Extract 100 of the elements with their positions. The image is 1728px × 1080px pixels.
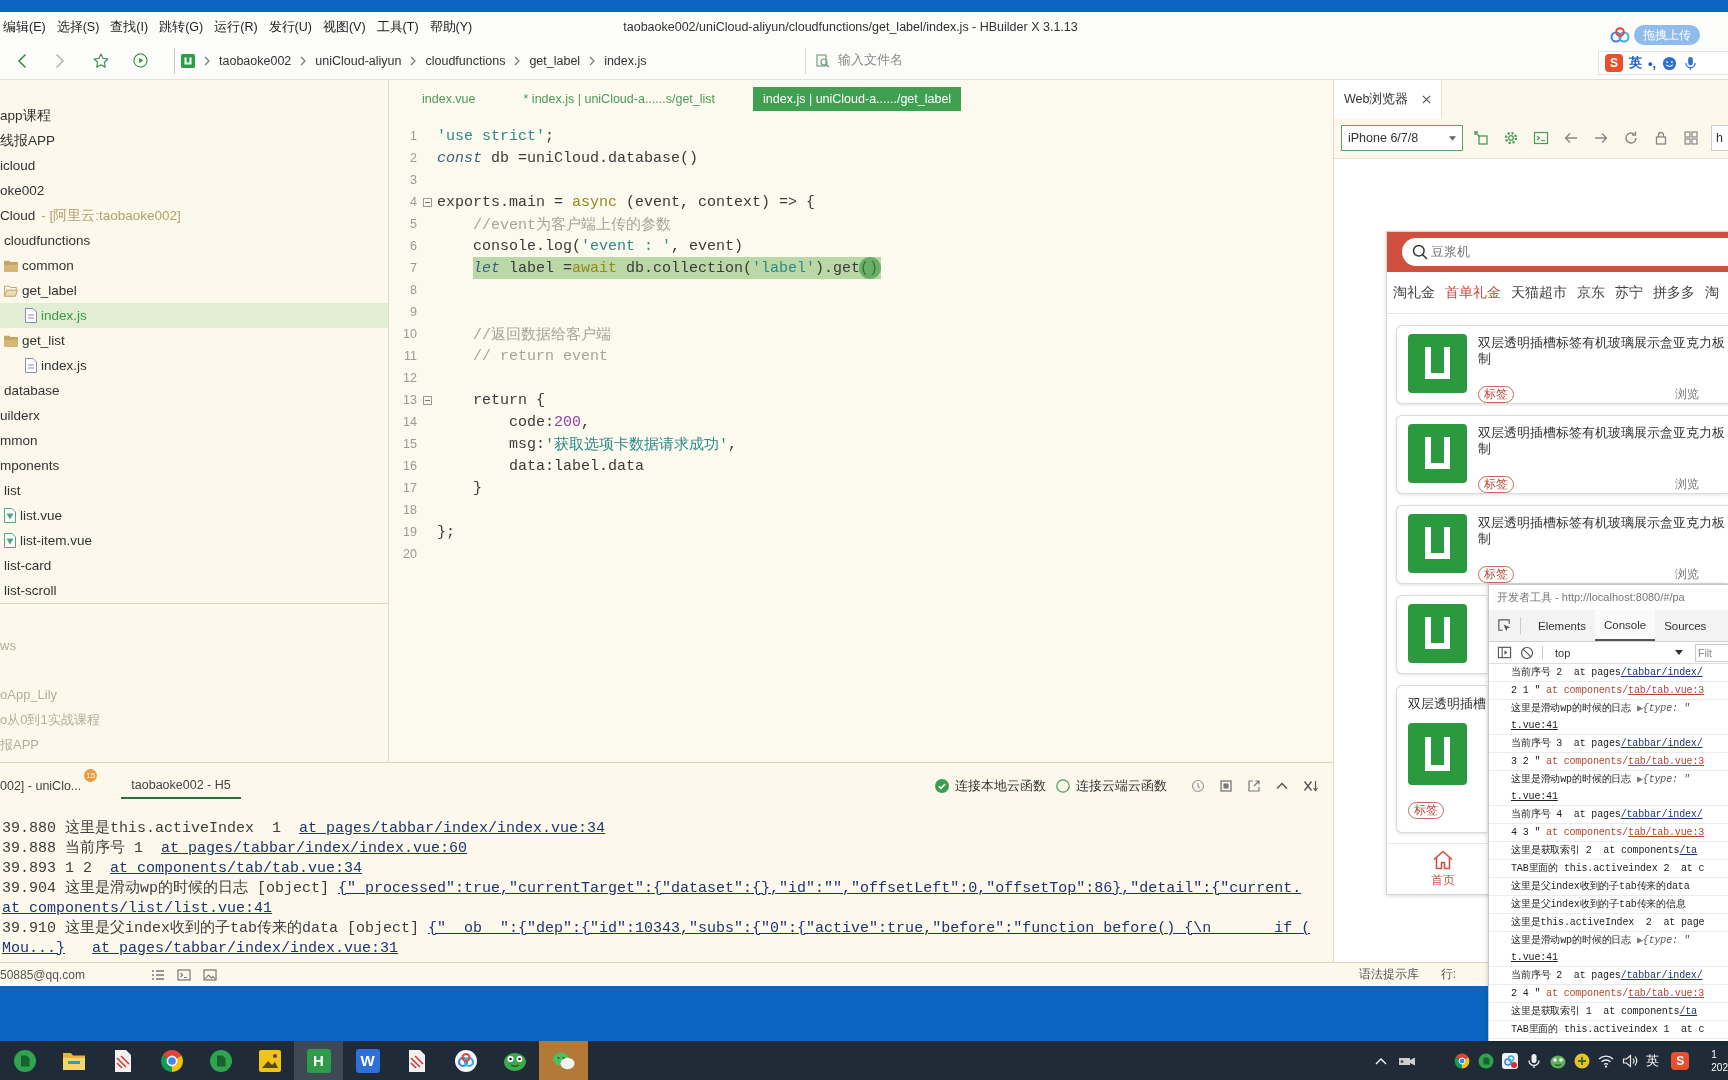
radio-option[interactable]: 连接云端云函数: [1056, 777, 1167, 795]
reload-icon[interactable]: [1623, 130, 1639, 146]
source-link[interactable]: at components/list/list.vue:41: [2, 900, 273, 917]
tree-item[interactable]: get_list: [0, 328, 388, 353]
filter-field[interactable]: Filt: [1695, 643, 1728, 662]
tree-item[interactable]: list-card: [0, 553, 388, 578]
settings-icon[interactable]: [1503, 130, 1519, 146]
terminal-icon[interactable]: [176, 967, 191, 982]
rings-icon[interactable]: [1502, 1052, 1519, 1069]
breadcrumb-item[interactable]: taobaoke002: [219, 53, 292, 68]
back-arrow-icon[interactable]: [1563, 130, 1579, 146]
menu-item[interactable]: 跳转(G): [159, 18, 204, 36]
menu-item[interactable]: 运行(R): [214, 18, 258, 36]
breadcrumb-item[interactable]: get_label: [529, 53, 581, 68]
category-tab[interactable]: 京东: [1577, 283, 1605, 302]
devtools-tab[interactable]: Console: [1594, 610, 1656, 641]
tree-item[interactable]: mponents: [0, 453, 388, 478]
sidebar-toggle-icon[interactable]: [1497, 645, 1512, 660]
ime-logo[interactable]: S: [1671, 1051, 1690, 1070]
source-link[interactable]: at pages/tabbar/index/index.vue:34: [299, 820, 606, 837]
url-field[interactable]: h: [1711, 125, 1728, 151]
product-card[interactable]: 双层透明插槽 标签: [1396, 685, 1487, 833]
source-link[interactable]: {"_processed":true,"currentTarget":{"dataset":{},"id":"","offsetLeft":0,"offsetTop":86},"detail":{"current.: [338, 880, 1302, 897]
product-card[interactable]: 双层透明插槽标签有机玻璃展示盒亚克力板 制 标签 浏览: [1396, 415, 1728, 494]
source-link[interactable]: /ta: [1679, 1006, 1697, 1017]
tree-item[interactable]: database: [0, 378, 388, 403]
menu-item[interactable]: 发行(U): [268, 18, 312, 36]
x-down-arrow-icon[interactable]: [1303, 779, 1319, 793]
breadcrumb-item[interactable]: uniCloud-aliyun: [315, 53, 402, 68]
tree-item[interactable]: list.vue: [0, 503, 388, 528]
search-field[interactable]: 豆浆机: [1402, 238, 1728, 266]
menu-item[interactable]: 选择(S): [56, 18, 100, 36]
source-link[interactable]: {"__ob__":{"dep":{"id":10343,"subs":{"0":{"active":true,"before":"function before() {\n if (: [428, 920, 1311, 937]
input-mode-label[interactable]: 英: [1629, 54, 1642, 72]
stop-icon[interactable]: [1219, 779, 1233, 793]
nav-tab[interactable]: 首页: [1400, 844, 1486, 894]
close-icon[interactable]: [1422, 94, 1432, 104]
smiley-icon[interactable]: [1662, 55, 1678, 71]
context-select[interactable]: top: [1551, 643, 1687, 662]
devtools-tab[interactable]: Sources: [1655, 610, 1716, 641]
tree-item[interactable]: oke002: [0, 178, 388, 203]
radio-option[interactable]: 连接本地云函数: [935, 777, 1046, 795]
speaker-icon[interactable]: [1622, 1053, 1639, 1068]
source-link[interactable]: tab/tab.vue:3: [1628, 685, 1705, 696]
menu-item[interactable]: 工具(T): [376, 18, 419, 36]
input-mode-label[interactable]: 英: [1646, 1051, 1660, 1070]
source-link[interactable]: at components/tab/tab.vue:34: [110, 860, 363, 877]
breadcrumb-item[interactable]: index.js: [604, 53, 647, 68]
source-link[interactable]: tab/tab.vue:3: [1628, 988, 1705, 999]
collapse-icon[interactable]: [422, 197, 432, 207]
category-tab[interactable]: 苏宁: [1615, 283, 1643, 302]
source-link[interactable]: tab/tab.vue:3: [1628, 756, 1705, 767]
source-link[interactable]: t.vue:41: [1511, 949, 1558, 966]
source-link[interactable]: /tabbar/index/: [1620, 667, 1703, 678]
lock-icon[interactable]: [1653, 130, 1669, 146]
play-circle-icon[interactable]: [133, 53, 148, 68]
source-link[interactable]: tab/tab.vue:3: [1628, 827, 1705, 838]
chevron-up-icon[interactable]: [1375, 1056, 1388, 1065]
product-card[interactable]: [1396, 595, 1487, 674]
tree-item[interactable]: get_label: [0, 278, 388, 303]
tree-item[interactable]: list: [0, 478, 388, 503]
terminal-icon[interactable]: [1533, 130, 1549, 146]
category-tab[interactable]: 淘: [1705, 283, 1719, 302]
plus-circle-icon[interactable]: [1574, 1052, 1591, 1069]
clock[interactable]: 1 202: [1711, 1047, 1728, 1074]
tree-item[interactable]: uilderx: [0, 403, 388, 428]
tree-item[interactable]: cloudfunctions: [0, 228, 388, 253]
source-link[interactable]: /tabbar/index/: [1620, 970, 1703, 981]
export-icon[interactable]: [1247, 779, 1261, 793]
prohibited-icon[interactable]: [1520, 645, 1534, 660]
tree-item[interactable]: list-scroll: [0, 578, 388, 603]
resize-icon[interactable]: [1473, 130, 1489, 146]
taskbar-button[interactable]: H: [294, 1041, 343, 1080]
tree-item[interactable]: Cloud - [阿里云:taobaoke002]: [0, 203, 388, 228]
tree-item[interactable]: common: [0, 253, 388, 278]
panel-tab[interactable]: Web浏览器: [1334, 80, 1443, 118]
clock-icon[interactable]: [1191, 779, 1205, 793]
list-icon[interactable]: [150, 967, 165, 982]
tree-item[interactable]: icloud: [0, 153, 388, 178]
source-link[interactable]: t.vue:41: [1511, 717, 1558, 734]
collapse-icon[interactable]: [422, 395, 432, 405]
round-logo-icon[interactable]: [1478, 1052, 1495, 1069]
source-link[interactable]: t.vue:41: [1511, 788, 1558, 805]
punctuation-mode-label[interactable]: •,: [1648, 55, 1657, 71]
wifi-icon[interactable]: [1598, 1053, 1615, 1068]
menu-item[interactable]: 视图(V): [322, 18, 366, 36]
grid-icon[interactable]: [1683, 130, 1699, 146]
category-tab[interactable]: 拼多多: [1653, 283, 1695, 302]
ime-logo[interactable]: S: [1605, 54, 1623, 72]
category-tab[interactable]: 首单礼金: [1445, 283, 1501, 302]
inspect-icon[interactable]: [1497, 618, 1512, 633]
menu-item[interactable]: 编辑(E): [3, 18, 46, 36]
segmented-circle-icon[interactable]: [1454, 1052, 1471, 1069]
tree-item[interactable]: 线报APP: [0, 128, 388, 153]
breadcrumb-item[interactable]: cloudfunctions: [425, 53, 506, 68]
star-icon[interactable]: [93, 52, 109, 69]
product-card[interactable]: 双层透明插槽标签有机玻璃展示盒亚克力板 制 标签 浏览: [1396, 325, 1728, 404]
category-tab[interactable]: 天猫超市: [1511, 283, 1567, 302]
run-log-tab[interactable]: taobaoke002 - H5: [121, 773, 241, 799]
menu-item[interactable]: 帮助(Y): [429, 18, 473, 36]
